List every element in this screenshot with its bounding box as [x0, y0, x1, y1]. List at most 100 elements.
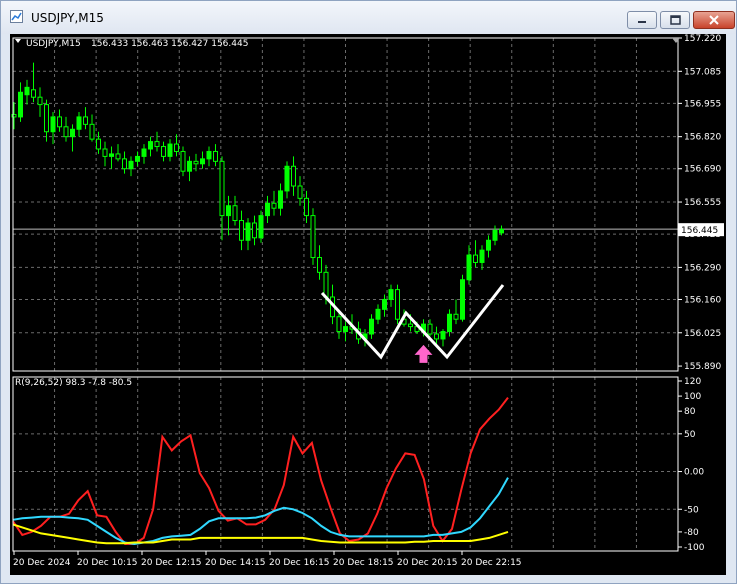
- r-series-line: [12, 396, 509, 545]
- price-chart[interactable]: 157.220 157.085 156.955 156.820 156.690 156.5…: [10, 34, 726, 575]
- candle-body: [200, 158, 205, 165]
- candle-body: [460, 279, 465, 320]
- time-tick-label: 20 Dec 22:15: [461, 558, 522, 568]
- candle-body: [63, 126, 69, 138]
- candle-body: [102, 148, 108, 157]
- price-tick-label: 156.555: [684, 198, 721, 208]
- price-tick-label: 155.890: [684, 362, 721, 372]
- candle-body: [70, 128, 75, 138]
- candle-body: [310, 215, 316, 259]
- candle-body: [31, 89, 36, 98]
- candle-body: [278, 190, 283, 209]
- candle-body: [135, 155, 140, 162]
- candle-body: [388, 289, 394, 300]
- chart-app-icon: [10, 10, 23, 23]
- candle-body: [148, 141, 153, 150]
- candle-body: [50, 116, 56, 133]
- candle-body: [37, 96, 43, 106]
- candle-body: [161, 146, 166, 157]
- candle-body: [109, 153, 114, 157]
- candle-body: [304, 197, 309, 217]
- candle-body: [284, 165, 290, 192]
- candle-body: [187, 160, 192, 172]
- candle-body: [434, 333, 439, 340]
- symbol-dropdown-icon[interactable]: [15, 39, 21, 43]
- candle-body: [83, 116, 88, 125]
- candle-body: [174, 143, 179, 152]
- indicator-tick-label: 120: [684, 377, 701, 387]
- candle-body: [486, 239, 491, 251]
- candle-body: [271, 202, 277, 209]
- time-tick-label: 20 Dec 16:15: [269, 558, 330, 568]
- cyan-series-line: [12, 477, 509, 546]
- shift-marker-icon: [672, 38, 680, 43]
- indicator-tick-label: -80: [684, 528, 699, 538]
- candle-body: [96, 138, 101, 150]
- price-tick-label: 156.820: [684, 133, 721, 143]
- indicator-group: [12, 396, 509, 546]
- candle-body: [252, 222, 257, 239]
- candle-body: [89, 123, 95, 140]
- indicator-tick-label: -100: [684, 543, 705, 553]
- candle-body: [226, 205, 231, 217]
- indicator-label: R(9,26,52) 98.3 -7.8 -80.5: [15, 378, 132, 388]
- candle-body: [122, 158, 127, 170]
- candle-body: [382, 298, 387, 310]
- close-button[interactable]: [693, 11, 735, 29]
- candle-body: [466, 254, 472, 281]
- minimize-icon: [638, 21, 646, 23]
- candle-body: [141, 148, 147, 157]
- close-icon: [709, 15, 719, 25]
- indicator-tick-label: 80: [684, 407, 696, 417]
- candle-body: [427, 323, 433, 335]
- window-title: USDJPY,M15: [31, 11, 104, 25]
- candles-group: [11, 62, 504, 347]
- candle-body: [154, 141, 160, 148]
- time-tick-label: 20 Dec 14:15: [205, 558, 266, 568]
- chart-area[interactable]: 157.220 157.085 156.955 156.820 156.690 156.5…: [10, 34, 726, 575]
- price-tick-label: 156.025: [684, 329, 721, 339]
- candle-body: [453, 313, 459, 320]
- candle-body: [245, 222, 251, 241]
- minimize-button[interactable]: [627, 11, 657, 29]
- candle-body: [115, 153, 121, 160]
- chart-labels: USDJPY,M15 156.433 156.463 156.427 156.4…: [15, 39, 724, 388]
- candle-body: [343, 326, 348, 333]
- candle-body: [180, 150, 186, 172]
- candle-body: [499, 228, 504, 234]
- candle-body: [492, 229, 498, 241]
- buy-arrow-icon: [414, 344, 433, 363]
- candle-body: [193, 160, 199, 165]
- candle-body: [258, 215, 264, 239]
- candle-body: [440, 331, 446, 340]
- price-tick-label: 157.220: [684, 34, 721, 44]
- candle-body: [18, 91, 23, 118]
- symbol-label: USDJPY,M15: [26, 39, 81, 49]
- candle-body: [317, 257, 322, 273]
- candle-body: [447, 313, 452, 333]
- candle-body: [219, 160, 225, 217]
- title-bar[interactable]: USDJPY,M15: [1, 1, 736, 34]
- candle-body: [206, 150, 212, 160]
- price-tick-label: 156.955: [684, 99, 721, 109]
- price-tick-label: 156.290: [684, 263, 721, 273]
- candle-body: [297, 185, 303, 199]
- current-price-label: 156.445: [681, 226, 718, 236]
- candle-body: [57, 116, 62, 128]
- candle-body: [265, 202, 270, 217]
- candle-body: [323, 271, 329, 298]
- candle-body: [479, 249, 485, 263]
- candle-body: [76, 116, 82, 130]
- price-tick-label: 156.690: [684, 165, 721, 175]
- candle-body: [24, 86, 30, 96]
- restore-button[interactable]: [660, 11, 690, 29]
- restore-icon: [670, 15, 681, 25]
- candle-body: [336, 316, 342, 333]
- candle-body: [167, 143, 173, 157]
- axes-group: 157.220 157.085 156.955 156.820 156.690 156.5…: [12, 34, 721, 568]
- ohlc-header: 156.433 156.463 156.427 156.445: [91, 39, 248, 49]
- indicator-tick-label: 0.00: [684, 468, 704, 478]
- candle-body: [395, 289, 400, 320]
- chart-window: USDJPY,M15 157.220 157.085 156.955 156.820 1…: [0, 0, 737, 584]
- candle-body: [408, 323, 413, 328]
